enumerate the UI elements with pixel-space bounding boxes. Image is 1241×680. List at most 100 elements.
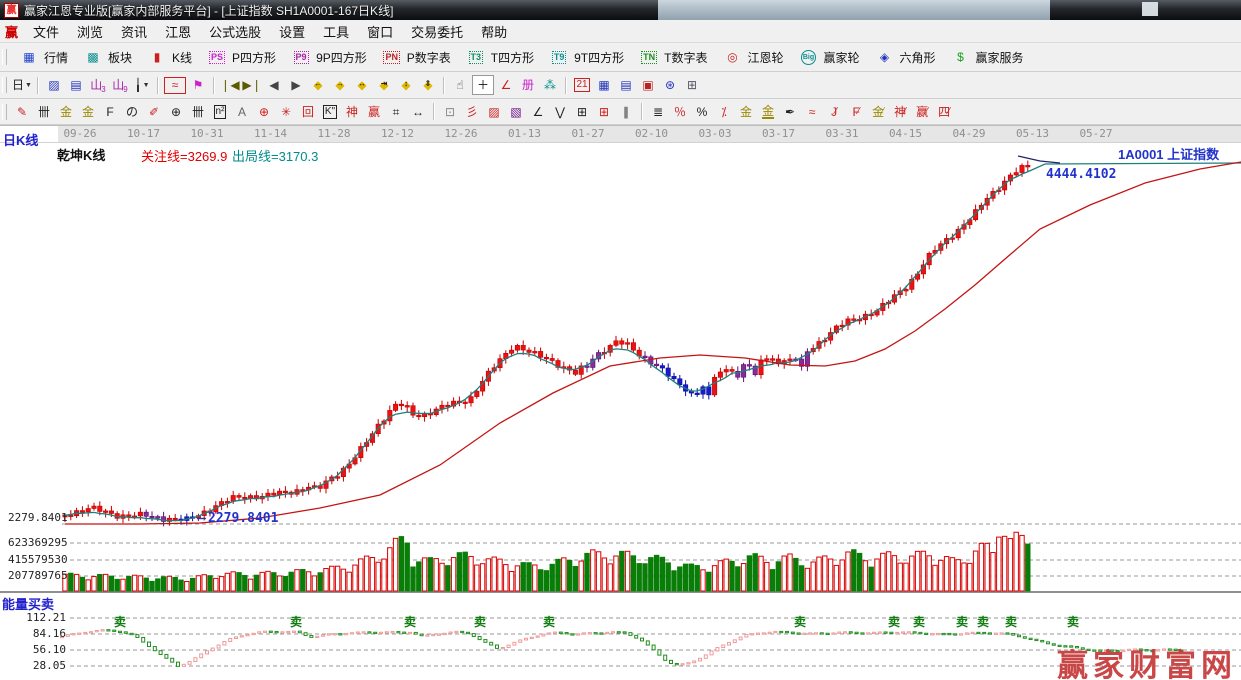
- hand-drag-tool-icon[interactable]: ☝: [450, 76, 470, 94]
- single-bar-dropdown-icon[interactable]: ╽▼: [132, 76, 152, 94]
- anchor-box-icon[interactable]: ⊡: [440, 103, 460, 121]
- price-ruler-icon[interactable]: 卌: [188, 103, 208, 121]
- toolbar-button-quotes[interactable]: ▦行情: [11, 46, 75, 68]
- toolbar-button-9t-square[interactable]: T99T四方形: [541, 46, 631, 68]
- toolbar-button-t-number-table[interactable]: TNT数字表: [631, 46, 714, 68]
- chart-3-line-icon[interactable]: 山3: [88, 76, 108, 94]
- volume-ladder-icon[interactable]: ≣: [648, 103, 668, 121]
- f-angle-icon[interactable]: F∕: [846, 103, 866, 121]
- gold-ratio-grid-icon[interactable]: 金: [56, 103, 76, 121]
- kline-period-dropdown-icon[interactable]: 日▼: [12, 76, 32, 94]
- grid-123-icon[interactable]: ⌗: [386, 103, 406, 121]
- ray-burst-icon[interactable]: ✳: [276, 103, 296, 121]
- gann-box-tool-icon[interactable]: 册: [518, 76, 538, 94]
- gold-ratio-grid-2-icon[interactable]: 金: [78, 103, 98, 121]
- print-tool-icon[interactable]: ⊞: [682, 76, 702, 94]
- chart-9-line-icon[interactable]: 山9: [110, 76, 130, 94]
- marker-brush-icon[interactable]: ✐: [144, 103, 164, 121]
- win-angle-icon[interactable]: 赢∕: [912, 103, 932, 121]
- hexagon-icon[interactable]: ◈: [875, 48, 895, 66]
- angle-measure-tool-icon[interactable]: ∠: [496, 76, 516, 94]
- skip-first-icon[interactable]: ❘◀: [220, 76, 240, 94]
- gann-wheel-icon[interactable]: ◎: [722, 48, 742, 66]
- spiral-tool-icon[interactable]: の: [122, 103, 142, 121]
- toolbar-button-kline[interactable]: ▮K线: [139, 46, 199, 68]
- menu-item-1[interactable]: 文件: [24, 23, 68, 42]
- toolbar-button-winner-wheel[interactable]: Big赢家轮: [790, 46, 866, 68]
- skip-last-icon[interactable]: ▶❘: [242, 76, 262, 94]
- date-axis-strip[interactable]: 09-2610-1710-3111-1411-2812-1212-2601-13…: [0, 125, 1241, 143]
- percent-line-icon[interactable]: ⁒: [714, 103, 734, 121]
- 9t-square-icon[interactable]: T9: [549, 48, 569, 66]
- menu-item-8[interactable]: 窗口: [358, 23, 402, 42]
- compress-horizontal-diamond-icon[interactable]: ◆⇥: [374, 76, 394, 94]
- trend-chart-icon[interactable]: ▨: [44, 76, 64, 94]
- toolbar-button-9p-square[interactable]: P99P四方形: [283, 46, 374, 68]
- menu-item-3[interactable]: 资讯: [112, 23, 156, 42]
- shen-angle-icon[interactable]: 神∕: [890, 103, 910, 121]
- menu-item-6[interactable]: 设置: [270, 23, 314, 42]
- chart-area[interactable]: 乾坤K线 关注线=3269.9 出局线=3170.3 1A0001 上证指数 2…: [0, 143, 1241, 680]
- toolbar-button-winner-service[interactable]: $赢家服务: [943, 46, 1031, 68]
- kline-chart-canvas[interactable]: [0, 143, 1241, 680]
- kline-icon[interactable]: ▮: [147, 48, 167, 66]
- toolbar-button-gann-wheel[interactable]: ◎江恩轮: [714, 46, 790, 68]
- gold-level-tool-icon[interactable]: 金: [758, 103, 778, 121]
- fan-box-2-icon[interactable]: ▧: [506, 103, 526, 121]
- square-grid-icon[interactable]: ⊞: [572, 103, 592, 121]
- winner-service-icon[interactable]: $: [951, 48, 971, 66]
- title-bar[interactable]: 赢 赢家江恩专业版[赢家内部服务平台] - [上证指数 SH1A0001-167…: [0, 0, 1241, 20]
- gann-circle-icon[interactable]: ⊕: [254, 103, 274, 121]
- toolbar-button-t-square[interactable]: T3T四方形: [458, 46, 541, 68]
- ink-pen-icon[interactable]: ✒: [780, 103, 800, 121]
- fibonacci-grid-icon[interactable]: F: [100, 103, 120, 121]
- n-square-icon[interactable]: n²: [210, 103, 230, 121]
- menu-item-10[interactable]: 帮助: [472, 23, 516, 42]
- refresh-data-tool-icon[interactable]: ⊛: [660, 76, 680, 94]
- trend-angle-icon[interactable]: ∠: [528, 103, 548, 121]
- square-spiral-icon[interactable]: 回: [298, 103, 318, 121]
- draw-brush-icon[interactable]: ✎: [12, 103, 32, 121]
- wave-band-icon[interactable]: ≈: [802, 103, 822, 121]
- menu-item-4[interactable]: 江恩: [156, 23, 200, 42]
- gold-circle-tool-icon[interactable]: 金: [736, 103, 756, 121]
- signal-flag-icon[interactable]: ⚑: [188, 76, 208, 94]
- toolbar-button-p-square[interactable]: PSP四方形: [199, 46, 283, 68]
- gold-angle-icon[interactable]: 金∕: [868, 103, 888, 121]
- menu-item-5[interactable]: 公式选股: [200, 23, 270, 42]
- four-angle-icon[interactable]: 四∕: [934, 103, 954, 121]
- toolbar-button-p-number-table[interactable]: PNP数字表: [374, 46, 458, 68]
- step-back-icon[interactable]: ◀: [264, 76, 284, 94]
- save-tool-icon[interactable]: ▣: [638, 76, 658, 94]
- crosshair-tool-icon[interactable]: ＋: [472, 75, 494, 95]
- t-number-table-icon[interactable]: TN: [639, 48, 659, 66]
- shen-grid-icon[interactable]: 神: [342, 103, 362, 121]
- f10-document-icon[interactable]: ▤: [66, 76, 86, 94]
- win-grid-icon[interactable]: 赢: [364, 103, 384, 121]
- percent-retrace-icon[interactable]: ％: [670, 103, 690, 121]
- t-square-icon[interactable]: T3: [466, 48, 486, 66]
- fan-box-icon[interactable]: ▨: [484, 103, 504, 121]
- gann-fan-icon[interactable]: 彡: [462, 103, 482, 121]
- 9p-square-icon[interactable]: P9: [291, 48, 311, 66]
- quotes-icon[interactable]: ▦: [19, 48, 39, 66]
- pan-right-diamond-icon[interactable]: ◆→: [330, 76, 350, 94]
- menu-item-9[interactable]: 交易委托: [402, 23, 472, 42]
- expand-horizontal-diamond-icon[interactable]: ◆↔: [352, 76, 372, 94]
- mirror-line-icon[interactable]: A: [232, 103, 252, 121]
- compress-vertical-diamond-icon[interactable]: ◆↕: [396, 76, 416, 94]
- circle-369-icon[interactable]: ⊕: [166, 103, 186, 121]
- calculator-tool-icon[interactable]: ▦: [594, 76, 614, 94]
- p-number-table-icon[interactable]: PN: [382, 48, 402, 66]
- calendar-tool-icon[interactable]: 21: [572, 76, 592, 94]
- cycle-tool-icon[interactable]: ⁂: [540, 76, 560, 94]
- square-grid-arrow-icon[interactable]: ⊞: [594, 103, 614, 121]
- zigzag-filter-icon[interactable]: ≈: [164, 77, 186, 94]
- percent-tool-icon[interactable]: %: [692, 103, 712, 121]
- menu-item-2[interactable]: 浏览: [68, 23, 112, 42]
- expand-vertical-diamond-icon[interactable]: ◆⇕: [418, 76, 438, 94]
- span-measure-icon[interactable]: ↔: [408, 103, 428, 121]
- step-forward-icon[interactable]: ▶: [286, 76, 306, 94]
- pan-left-diamond-icon[interactable]: ◆←: [308, 76, 328, 94]
- k-mark-icon[interactable]: K": [320, 103, 340, 121]
